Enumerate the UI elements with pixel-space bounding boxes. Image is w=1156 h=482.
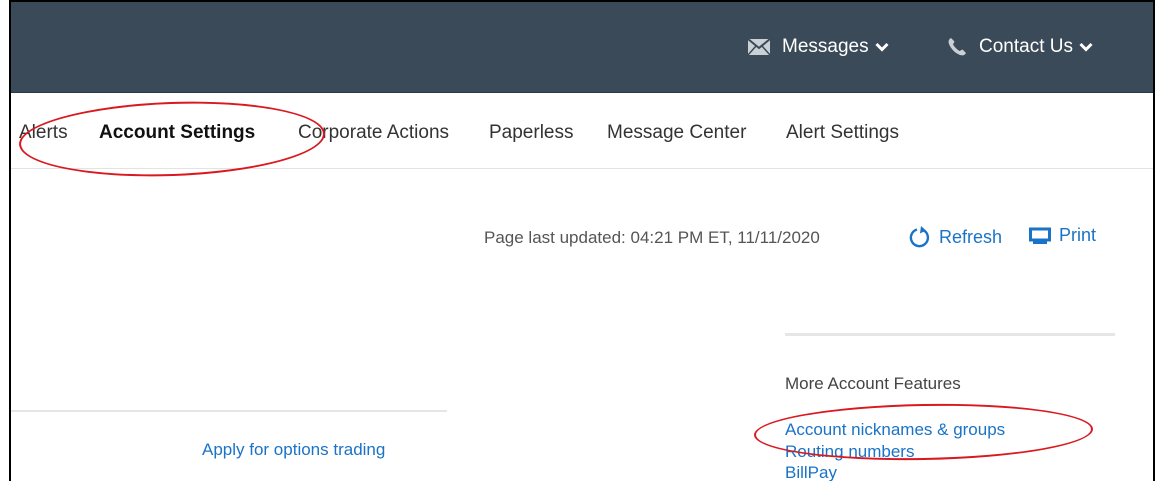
- top-header-bar: Messages Contact Us: [11, 2, 1153, 93]
- tab-message-center[interactable]: Message Center: [607, 122, 746, 144]
- tab-paperless[interactable]: Paperless: [489, 122, 574, 144]
- section-divider: [785, 333, 1115, 336]
- tab-alert-settings[interactable]: Alert Settings: [786, 122, 899, 144]
- app-window: Messages Contact Us Alerts Account Setti…: [9, 0, 1155, 481]
- print-label: Print: [1059, 225, 1097, 245]
- page-last-updated: Page last updated: 04:21 PM ET, 11/11/20…: [484, 228, 820, 247]
- section-divider-left: [11, 410, 447, 412]
- print-button[interactable]: Print: [1029, 225, 1096, 246]
- account-tabs: Alerts Account Settings Corporate Action…: [11, 92, 1153, 169]
- chevron-down-icon: [1079, 42, 1093, 52]
- tab-account-settings[interactable]: Account Settings: [99, 122, 255, 144]
- tab-alerts[interactable]: Alerts: [19, 122, 68, 144]
- more-account-features-title: More Account Features: [785, 374, 961, 393]
- print-icon: [1029, 227, 1051, 244]
- contact-us-label: Contact Us: [979, 36, 1073, 57]
- routing-numbers-link[interactable]: Routing numbers: [785, 442, 914, 462]
- phone-icon: [947, 37, 967, 57]
- chevron-down-icon: [875, 42, 889, 52]
- refresh-button[interactable]: Refresh: [909, 225, 1002, 249]
- apply-options-trading-link[interactable]: Apply for options trading: [202, 440, 385, 460]
- tab-corporate-actions[interactable]: Corporate Actions: [298, 122, 449, 144]
- billpay-link[interactable]: BillPay: [785, 463, 837, 481]
- messages-label: Messages: [782, 36, 869, 57]
- messages-menu[interactable]: Messages: [748, 36, 889, 58]
- refresh-label: Refresh: [939, 226, 1003, 247]
- envelope-icon: [748, 39, 770, 55]
- contact-us-menu[interactable]: Contact Us: [947, 36, 1093, 58]
- refresh-icon: [909, 226, 930, 248]
- account-nicknames-link[interactable]: Account nicknames & groups: [785, 420, 1005, 440]
